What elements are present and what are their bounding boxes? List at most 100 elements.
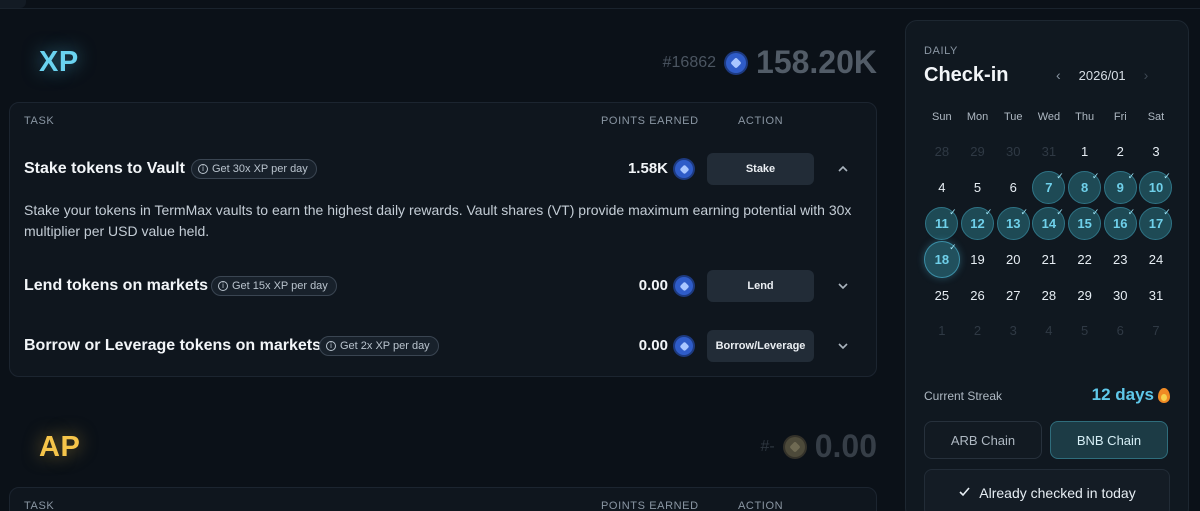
task-row-stake[interactable]: Stake tokens to Vault i Get 30x XP per d… <box>10 150 878 190</box>
calendar-day: 7 <box>1138 313 1174 349</box>
month-navigator: ‹ 2026/01 › <box>1056 67 1148 83</box>
calendar-day[interactable]: 4 <box>924 170 960 206</box>
calendar-day-checked[interactable]: 8 ✓ <box>1067 170 1103 206</box>
calendar-day[interactable]: 5 <box>960 170 996 206</box>
calendar-day-checked[interactable]: 10 ✓ <box>1138 170 1174 206</box>
calendar-day[interactable]: 30 <box>1102 277 1138 313</box>
calendar-day-checked[interactable]: 7 ✓ <box>1031 170 1067 206</box>
xp-coin-icon <box>675 160 693 178</box>
calendar-day[interactable]: 1 <box>1067 134 1103 170</box>
calendar-day-number: 21 <box>1041 251 1057 267</box>
calendar-day-checked[interactable]: 15 ✓ <box>1067 206 1103 242</box>
calendar-day-number: 29 <box>1077 287 1092 303</box>
streak-label: Current Streak <box>924 389 1003 403</box>
calendar-day-checked[interactable]: 18 ✓ <box>924 240 960 278</box>
calendar-day[interactable]: 20 <box>995 241 1031 277</box>
stake-button[interactable]: Stake <box>707 153 814 185</box>
calendar-day[interactable]: 27 <box>995 277 1031 313</box>
checkmark-icon: ✓ <box>949 206 957 217</box>
calendar-day-checked[interactable]: 13 ✓ <box>995 206 1031 242</box>
chevron-up-icon[interactable] <box>836 162 850 176</box>
calendar-day-checked[interactable]: 17 ✓ <box>1138 206 1174 242</box>
calendar-day: 4 <box>1031 313 1067 349</box>
column-header-action: ACTION <box>738 500 784 511</box>
calendar-day-number: 30 <box>1113 287 1128 303</box>
checkin-title: Check-in <box>924 64 1009 86</box>
calendar-day[interactable]: 6 <box>995 170 1031 206</box>
task-row-borrow[interactable]: Borrow or Leverage tokens on markets i G… <box>10 327 878 367</box>
weekday-label: Tue <box>1003 111 1023 123</box>
checkmark-icon: ✓ <box>1091 206 1100 217</box>
ap-stats: #- 0.00 <box>760 428 877 465</box>
calendar-day-checked[interactable]: 14 ✓ <box>1031 206 1067 242</box>
checkmark-icon: ✓ <box>1020 206 1029 217</box>
calendar-day-number: 6 <box>1116 323 1124 339</box>
info-icon: i <box>198 164 208 174</box>
arb-chain-button[interactable]: ARB Chain <box>924 421 1042 459</box>
calendar-day[interactable]: 23 <box>1102 241 1138 277</box>
checkin-panel: DAILY Check-in ‹ 2026/01 › Sun Mon Tue Wed T… <box>905 20 1189 511</box>
borrow-leverage-button[interactable]: Borrow/Leverage <box>707 330 814 362</box>
chevron-down-icon[interactable] <box>836 279 850 293</box>
next-month-icon[interactable]: › <box>1144 67 1149 83</box>
task-title: Lend tokens on markets <box>24 277 209 294</box>
calendar-day[interactable]: 29 <box>1067 277 1103 313</box>
weekday-label: Thu <box>1075 111 1095 123</box>
checkmark-icon <box>958 485 971 501</box>
calendar-day[interactable]: 24 <box>1138 241 1174 277</box>
column-header-points: POINTS EARNED <box>601 115 699 127</box>
calendar-day: 1 <box>924 313 960 349</box>
prev-month-icon[interactable]: ‹ <box>1056 67 1061 83</box>
calendar-day-number: 7 <box>1152 323 1160 339</box>
calendar-day-number: 28 <box>934 144 950 160</box>
task-row-lend[interactable]: Lend tokens on markets i Get 15x XP per … <box>10 267 878 307</box>
calendar-day-checked[interactable]: 9 ✓ <box>1102 170 1138 206</box>
weekday-label: Sun <box>932 111 952 123</box>
task-title: Stake tokens to Vault <box>24 160 185 177</box>
checkmark-icon: ✓ <box>1091 170 1100 181</box>
top-corner-button[interactable] <box>0 0 26 8</box>
calendar-day: 30 <box>995 134 1031 170</box>
calendar-day-number: 25 <box>934 287 950 303</box>
checked-in-status: Already checked in today <box>924 469 1170 511</box>
calendar-day[interactable]: 2 <box>1102 134 1138 170</box>
calendar-day[interactable]: 3 <box>1138 134 1174 170</box>
xp-task-table: TASK POINTS EARNED ACTION Stake tokens t… <box>9 102 877 377</box>
calendar-day: 29 <box>960 134 996 170</box>
calendar-day[interactable]: 19 <box>960 241 996 277</box>
calendar-day-number: 31 <box>1148 287 1164 303</box>
ap-coin-icon <box>784 436 805 457</box>
flame-icon <box>1158 387 1170 403</box>
chevron-down-icon[interactable] <box>836 339 850 353</box>
calendar-day-checked[interactable]: 16 ✓ <box>1102 206 1138 242</box>
calendar-day-checked[interactable]: 11 ✓ <box>924 206 960 242</box>
xp-coin-icon <box>675 337 693 355</box>
calendar-day[interactable]: 31 <box>1138 277 1174 313</box>
multiplier-tag-label: Get 2x XP per day <box>340 340 430 352</box>
checkmark-icon: ✓ <box>1056 206 1064 217</box>
calendar-day-checked[interactable]: 12 ✓ <box>960 206 996 242</box>
multiplier-tag-label: Get 15x XP per day <box>232 280 328 292</box>
xp-coin-icon <box>726 52 747 73</box>
current-month: 2026/01 <box>1078 67 1126 83</box>
column-header-points: POINTS EARNED <box>601 500 699 511</box>
xp-total: 158.20K <box>756 44 877 80</box>
calendar-day-number: 22 <box>1077 251 1092 267</box>
calendar-day-number: 3 <box>1152 144 1160 160</box>
calendar-day-number: 1 <box>938 323 946 339</box>
ap-section-title: AP <box>39 431 81 463</box>
bnb-chain-button[interactable]: BNB Chain <box>1050 421 1168 459</box>
xp-section-title: XP <box>39 46 79 78</box>
column-header-task: TASK <box>24 115 55 127</box>
checkmark-icon: ✓ <box>949 242 957 253</box>
calendar-day[interactable]: 22 <box>1067 241 1103 277</box>
calendar-day[interactable]: 25 <box>924 277 960 313</box>
calendar-day[interactable]: 26 <box>960 277 996 313</box>
calendar-day[interactable]: 21 <box>1031 241 1067 277</box>
calendar-day-number: 5 <box>1080 323 1089 339</box>
calendar-day-number: 4 <box>1045 323 1053 339</box>
lend-button[interactable]: Lend <box>707 270 814 302</box>
weekday-label: Sat <box>1147 111 1165 123</box>
calendar-day[interactable]: 28 <box>1031 277 1067 313</box>
calendar-day-number: 6 <box>1009 180 1017 196</box>
